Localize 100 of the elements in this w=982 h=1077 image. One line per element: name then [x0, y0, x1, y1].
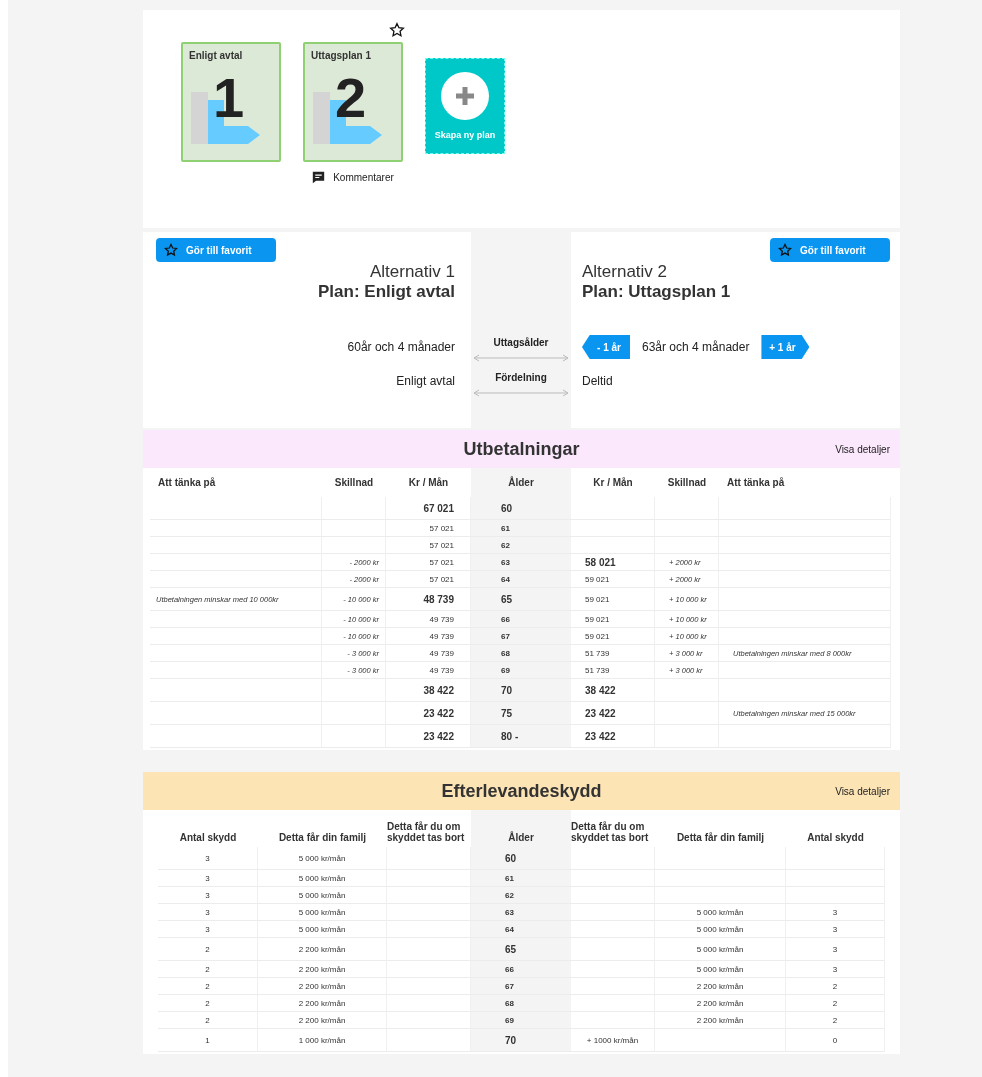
distribution-value: Deltid [582, 374, 613, 388]
table-cell: 3 [158, 870, 258, 887]
table-cell: 2 [158, 1012, 258, 1029]
table-cell: 23 422 [571, 702, 655, 725]
column-header: Kr / Mån [407, 476, 450, 490]
plus-icon [441, 72, 489, 120]
age-value: 63år och 4 månader [642, 340, 750, 354]
table-cell: 2 200 kr/mån [258, 1012, 387, 1029]
plan-number: 1 [213, 70, 245, 126]
table-cell: 60 [471, 497, 571, 520]
table-cell: 1 [158, 1029, 258, 1052]
table-cell: 65 [471, 588, 571, 611]
plan-card[interactable]: Uttagsplan 1 2 [303, 42, 403, 162]
table-cell: 65 [471, 938, 571, 961]
table-cell: 3 [786, 938, 885, 961]
column-header: Ålder [471, 468, 571, 497]
plan-title: Uttagsplan 1 [311, 50, 371, 61]
table-cell: 64 [471, 921, 571, 938]
table-cell: 75 [471, 702, 571, 725]
column-header: Detta får du om skyddet tas bort [387, 820, 466, 845]
table-cell: 2 200 kr/mån [258, 978, 387, 995]
table-cell: 23 422 [571, 725, 655, 748]
plan-number: 2 [335, 70, 367, 126]
section-title: Efterlevandeskydd [441, 780, 602, 802]
table-cell: 2 200 kr/mån [258, 961, 387, 978]
table-cell: 2 200 kr/mån [258, 995, 387, 1012]
table-cell: 51 739 [571, 662, 655, 679]
table-cell: 60 [471, 847, 571, 870]
table-cell: 67 [471, 628, 571, 645]
double-arrow-icon [473, 354, 569, 362]
table-cell: 58 021 [571, 554, 655, 571]
plan-card[interactable]: Enligt avtal 1 [181, 42, 281, 162]
table-cell: 66 [471, 961, 571, 978]
table-cell: 59 021 [571, 628, 655, 645]
table-cell: 2 [158, 995, 258, 1012]
details-link[interactable]: Visa detaljer [835, 443, 890, 455]
table-cell: 2 [786, 1012, 885, 1029]
table-cell: 5 000 kr/mån [655, 921, 786, 938]
table-cell: 59 021 [571, 571, 655, 588]
age-label: Uttagsålder [493, 337, 549, 349]
column-header: Ålder [471, 810, 571, 847]
plan-name: Plan: Enligt avtal [317, 282, 455, 302]
table-cell: 63 [471, 554, 571, 571]
table-cell: 3 [158, 847, 258, 870]
column-header: Kr / Mån [592, 476, 634, 490]
table-cell: 2 200 kr/mån [655, 1012, 786, 1029]
table-cell: 5 000 kr/mån [655, 904, 786, 921]
table-cell: 63 [471, 904, 571, 921]
table-cell: 5 000 kr/mån [258, 870, 387, 887]
column-header: Skillnad [333, 476, 375, 490]
table-cell: 2 200 kr/mån [258, 938, 387, 961]
alternative-label: Alternativ 2 [582, 262, 669, 282]
comments-link[interactable]: Kommentarer [312, 171, 394, 184]
plan-name: Plan: Uttagsplan 1 [582, 282, 732, 302]
table-cell: 62 [471, 887, 571, 904]
column-header: Detta får din familj [675, 830, 766, 845]
table-cell: 3 [158, 904, 258, 921]
table-cell: 38 422 [571, 679, 655, 702]
table-cell: 61 [471, 520, 571, 537]
table-cell: 5 000 kr/mån [258, 847, 387, 870]
table-cell: 66 [471, 611, 571, 628]
table-cell: 3 [158, 887, 258, 904]
table-cell: + 1000 kr/mån [571, 1029, 655, 1052]
table-cell: 62 [471, 537, 571, 554]
table-cell: 59 021 [571, 611, 655, 628]
table-cell: 2 [786, 995, 885, 1012]
table-cell: 59 021 [571, 588, 655, 611]
star-icon [778, 243, 792, 257]
table-cell: 5 000 kr/mån [258, 921, 387, 938]
column-header: Detta får du om skyddet tas bort [571, 820, 650, 845]
table-cell: 3 [158, 921, 258, 938]
table-cell: 70 [471, 1029, 571, 1052]
table-cell: 2 200 kr/mån [655, 995, 786, 1012]
table-cell: 5 000 kr/mån [258, 887, 387, 904]
column-header: Antal skydd [806, 830, 865, 845]
table-cell: 68 [471, 645, 571, 662]
table-cell: 3 [786, 904, 885, 921]
table-cell: 51 739 [571, 645, 655, 662]
table-cell: 61 [471, 870, 571, 887]
age-value: 60år och 4 månader [347, 340, 455, 354]
details-link[interactable]: Visa detaljer [835, 785, 890, 797]
table-cell: 2 [158, 938, 258, 961]
table-cell: 3 [786, 961, 885, 978]
alternative-label: Alternativ 1 [368, 262, 455, 282]
table-cell: 5 000 kr/mån [655, 961, 786, 978]
column-header: Antal skydd [178, 830, 238, 845]
table-cell: 64 [471, 571, 571, 588]
distribution-value: Enligt avtal [396, 374, 455, 388]
distribution-label: Fördelning [495, 372, 547, 384]
table-cell: 80 - [471, 725, 571, 748]
table-cell: 2 [786, 978, 885, 995]
comment-icon [312, 171, 326, 184]
table-cell: 1 000 kr/mån [258, 1029, 387, 1052]
section-title: Utbetalningar [463, 438, 580, 460]
column-header: Detta får din familj [277, 830, 368, 845]
table-cell: 68 [471, 995, 571, 1012]
table-cell: 69 [471, 1012, 571, 1029]
double-arrow-icon [473, 389, 569, 397]
column-header: Skillnad [666, 476, 708, 490]
table-cell: 2 [158, 978, 258, 995]
